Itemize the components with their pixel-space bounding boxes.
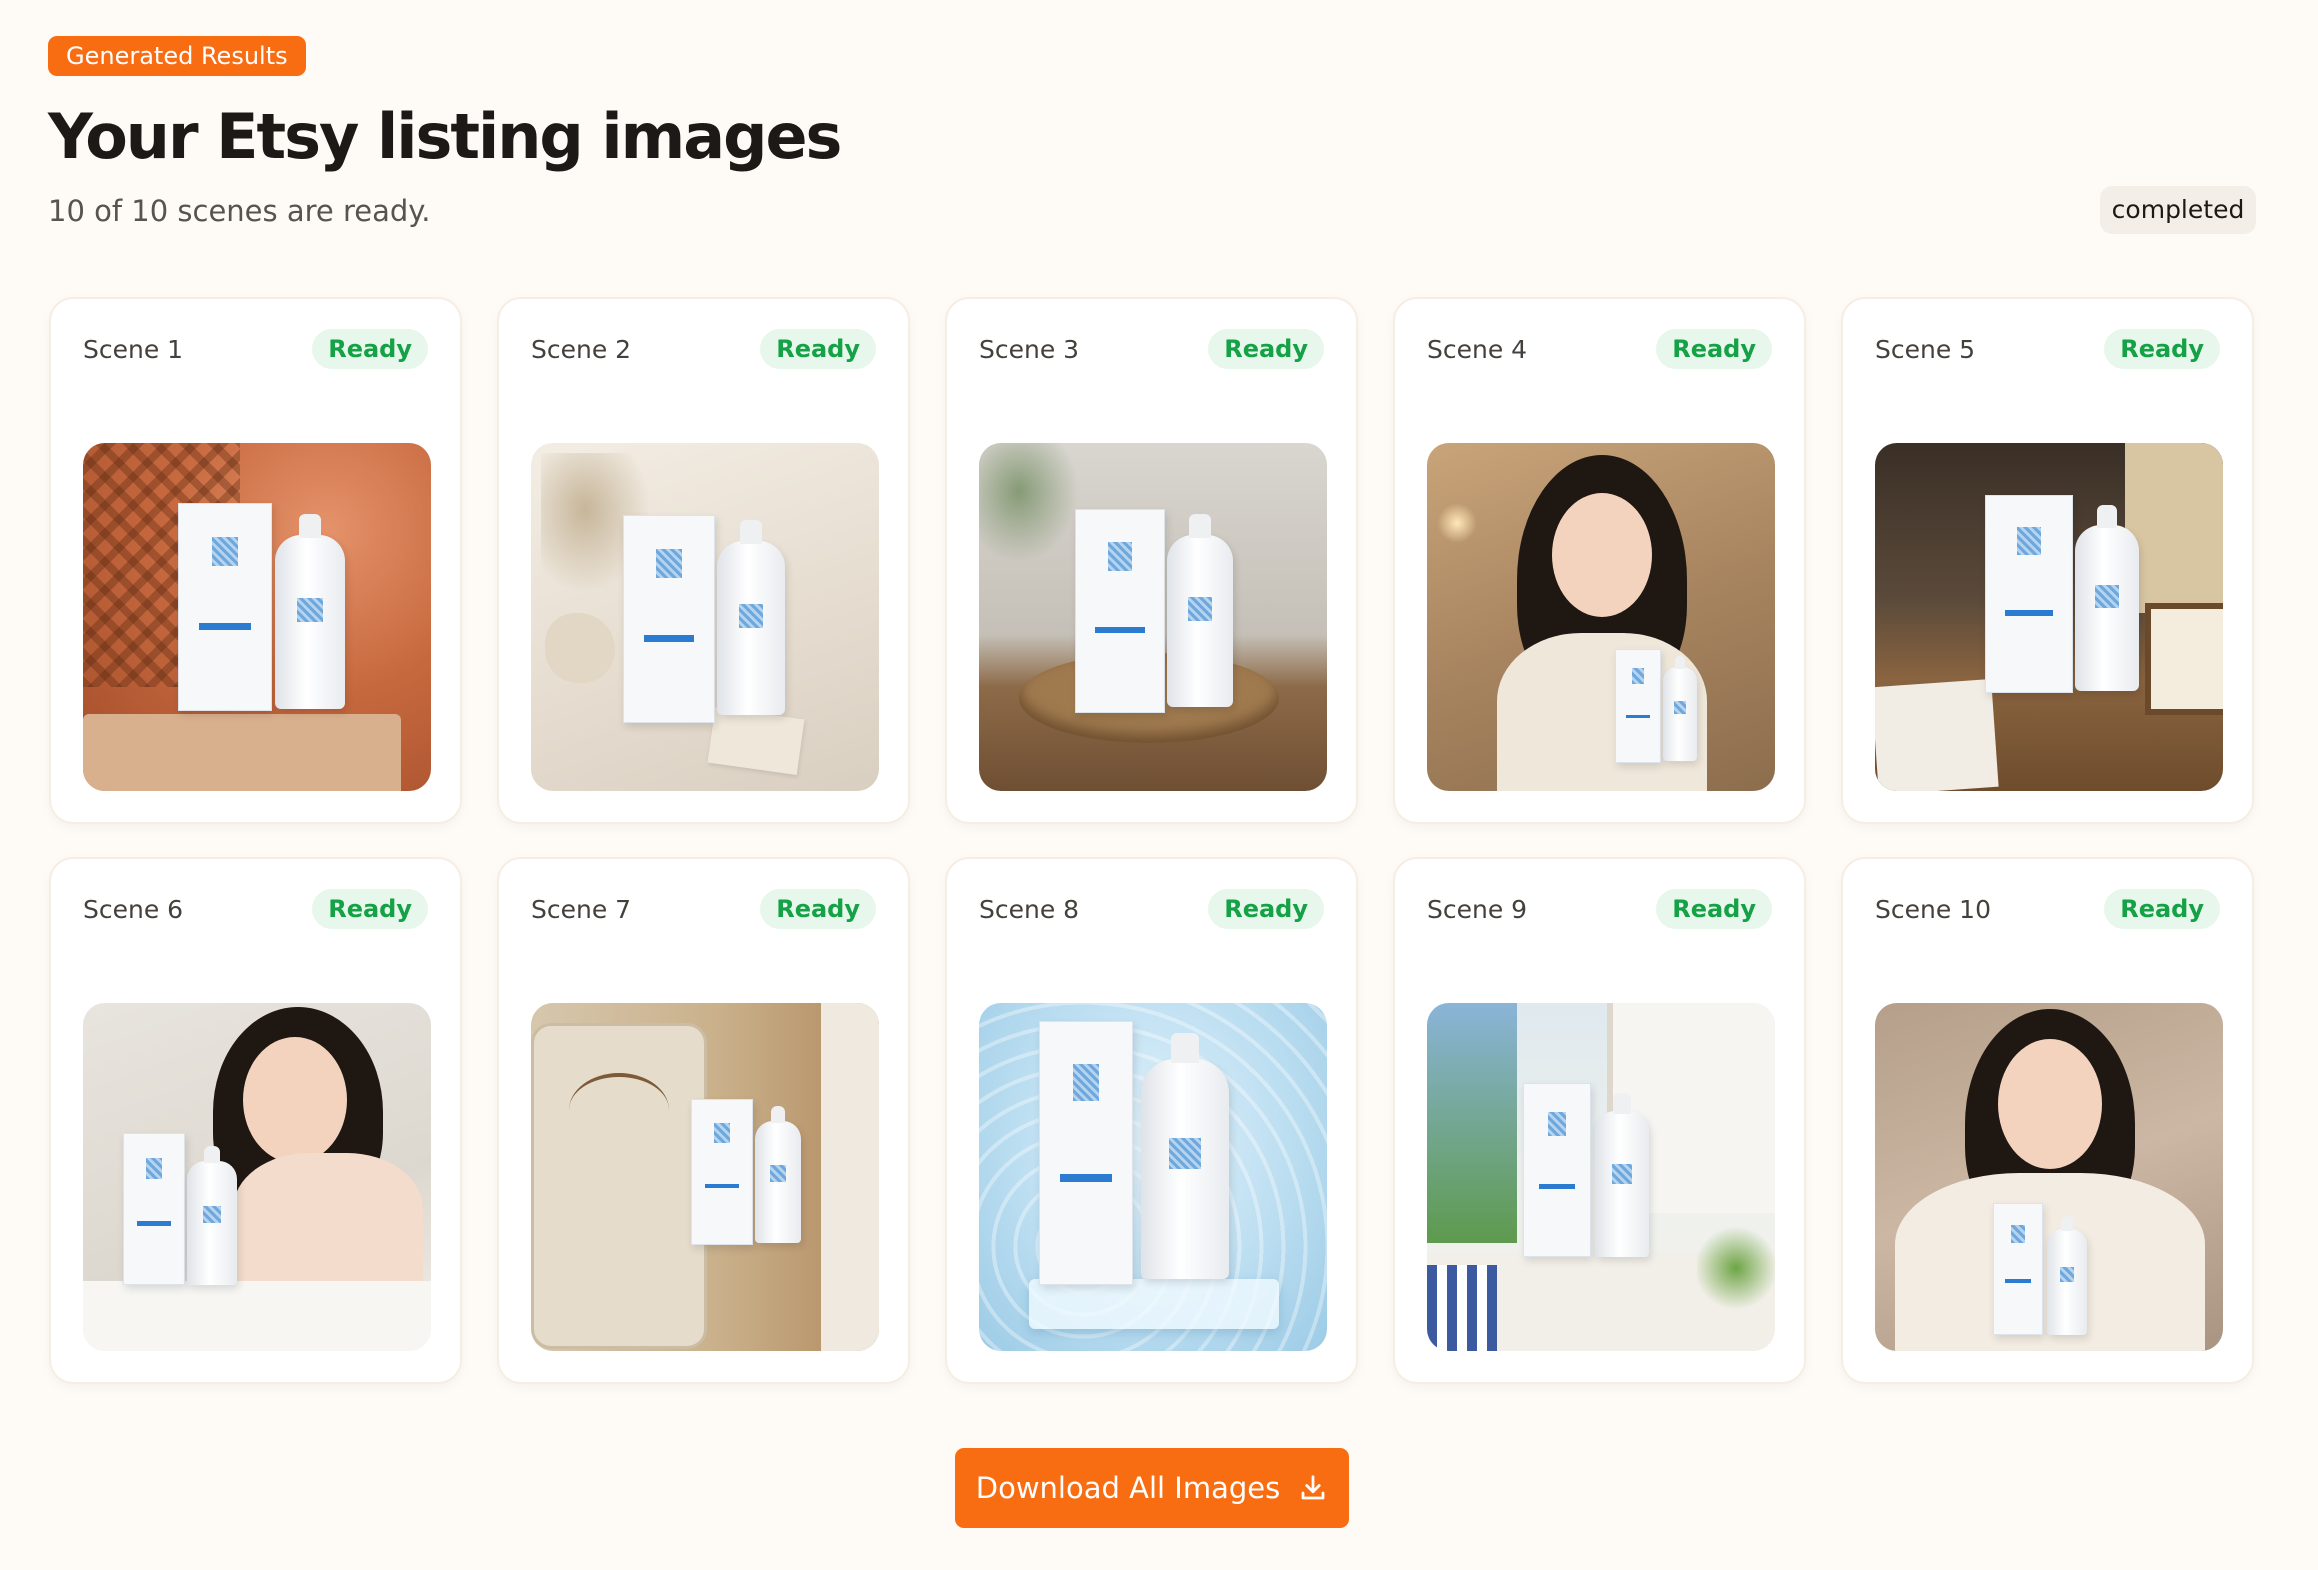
ready-status-pill: Ready xyxy=(760,889,876,929)
scene-label: Scene 2 xyxy=(531,334,632,364)
page-title: Your Etsy listing images xyxy=(48,100,842,173)
scene-card[interactable]: Scene 10 Ready xyxy=(1841,857,2254,1384)
scene-card[interactable]: Scene 5 Ready xyxy=(1841,297,2254,824)
scene-label: Scene 9 xyxy=(1427,894,1528,924)
scene-label: Scene 8 xyxy=(979,894,1080,924)
download-all-label: Download All Images xyxy=(975,1471,1281,1505)
scene-image[interactable] xyxy=(1427,1003,1775,1351)
scene-label: Scene 3 xyxy=(979,334,1080,364)
ready-status-pill: Ready xyxy=(2104,329,2220,369)
scene-image[interactable] xyxy=(979,443,1327,791)
scene-image[interactable] xyxy=(531,1003,879,1351)
scene-card[interactable]: Scene 4 Ready xyxy=(1393,297,1806,824)
ready-status-pill: Ready xyxy=(760,329,876,369)
ready-status-pill: Ready xyxy=(1208,329,1324,369)
ready-status-pill: Ready xyxy=(1656,329,1772,369)
scene-label: Scene 7 xyxy=(531,894,632,924)
scene-card[interactable]: Scene 3 Ready xyxy=(945,297,1358,824)
scene-card[interactable]: Scene 7 Ready xyxy=(497,857,910,1384)
status-badge: completed xyxy=(2100,186,2256,234)
download-all-button[interactable]: Download All Images xyxy=(955,1448,1349,1528)
download-icon xyxy=(1301,1475,1325,1500)
scene-label: Scene 5 xyxy=(1875,334,1976,364)
scene-label: Scene 1 xyxy=(83,334,184,364)
scene-label: Scene 6 xyxy=(83,894,184,924)
scene-card[interactable]: Scene 1 Ready xyxy=(49,297,462,824)
scene-card[interactable]: Scene 2 Ready xyxy=(497,297,910,824)
ready-status-pill: Ready xyxy=(312,889,428,929)
scene-image[interactable] xyxy=(1875,443,2223,791)
scene-image[interactable] xyxy=(83,443,431,791)
scenes-grid: Scene 1 Ready Scene 2 Ready Scene 3 Read… xyxy=(49,297,2254,1384)
ready-status-pill: Ready xyxy=(1208,889,1324,929)
scene-image[interactable] xyxy=(83,1003,431,1351)
ready-status-pill: Ready xyxy=(2104,889,2220,929)
scene-image[interactable] xyxy=(531,443,879,791)
scene-card[interactable]: Scene 8 Ready xyxy=(945,857,1358,1384)
scene-label: Scene 4 xyxy=(1427,334,1528,364)
generated-results-badge: Generated Results xyxy=(48,36,306,76)
page-subtitle: 10 of 10 scenes are ready. xyxy=(48,194,431,228)
scene-image[interactable] xyxy=(1427,443,1775,791)
ready-status-pill: Ready xyxy=(1656,889,1772,929)
scene-image[interactable] xyxy=(1875,1003,2223,1351)
ready-status-pill: Ready xyxy=(312,329,428,369)
scene-label: Scene 10 xyxy=(1875,894,1991,924)
scene-card[interactable]: Scene 6 Ready xyxy=(49,857,462,1384)
scene-card[interactable]: Scene 9 Ready xyxy=(1393,857,1806,1384)
scene-image[interactable] xyxy=(979,1003,1327,1351)
